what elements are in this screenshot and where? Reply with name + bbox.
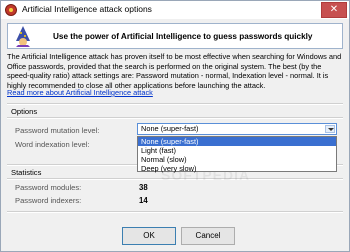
password-indexers-label: Password indexers: <box>15 196 82 205</box>
separator <box>7 211 343 213</box>
options-section-label: Options <box>11 107 38 116</box>
app-icon <box>5 4 17 16</box>
statistics-section-label: Statistics <box>11 168 42 177</box>
banner-text: Use the power of Artificial Intelligence… <box>53 32 313 41</box>
ok-button[interactable]: OK <box>122 227 176 245</box>
separator <box>7 117 343 119</box>
window-title: Artificial Intelligence attack options <box>22 4 152 14</box>
mutation-level-value: None (super-fast) <box>141 124 199 133</box>
indexation-level-label: Word indexation level: <box>15 140 90 149</box>
dropdown-option[interactable]: Normal (slow) <box>138 155 336 164</box>
mutation-level-dropdown[interactable]: None (super-fast) Light (fast) Normal (s… <box>137 136 337 173</box>
wizard-icon <box>16 26 30 47</box>
header-banner: Use the power of Artificial Intelligence… <box>7 23 343 49</box>
password-modules-label: Password modules: <box>15 183 82 192</box>
dropdown-option[interactable]: Deep (very slow) <box>138 164 336 173</box>
cancel-button[interactable]: Cancel <box>181 227 235 245</box>
chevron-down-icon[interactable] <box>325 125 335 133</box>
dialog-content: Use the power of Artificial Intelligence… <box>1 19 349 251</box>
title-bar[interactable]: Artificial Intelligence attack options ✕ <box>1 1 349 19</box>
dropdown-option[interactable]: Light (fast) <box>138 146 336 155</box>
password-indexers-value: 14 <box>139 196 148 205</box>
mutation-level-label: Password mutation level: <box>15 126 100 135</box>
separator <box>7 103 343 105</box>
dialog-window: Artificial Intelligence attack options ✕… <box>0 0 350 252</box>
close-button[interactable]: ✕ <box>321 2 347 18</box>
mutation-level-select[interactable]: None (super-fast) <box>137 123 337 135</box>
read-more-link[interactable]: Read more about Artificial Intelligence … <box>7 88 153 97</box>
dropdown-option[interactable]: None (super-fast) <box>138 137 336 146</box>
password-modules-value: 38 <box>139 183 148 192</box>
description-text: The Artificial Intelligence attack has p… <box>7 52 342 90</box>
